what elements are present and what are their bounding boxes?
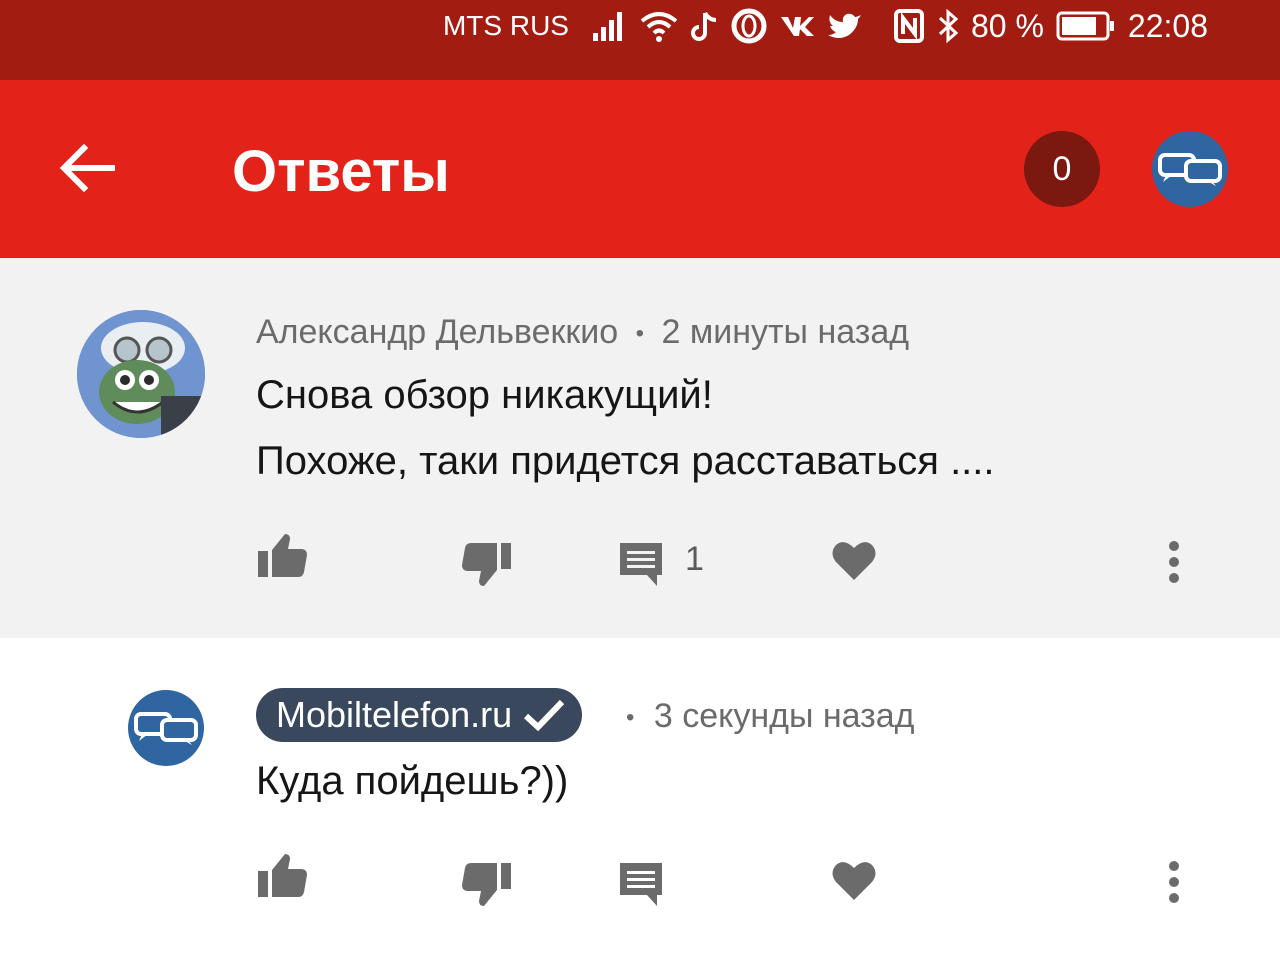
nfc-icon <box>893 6 925 46</box>
reply-icon <box>620 863 662 906</box>
dislike-button[interactable] <box>459 856 515 912</box>
twitter-icon <box>827 6 863 46</box>
heart-icon <box>832 862 876 900</box>
more-options-button[interactable] <box>1146 854 1202 910</box>
vk-icon <box>779 6 815 46</box>
avatar[interactable] <box>77 310 205 438</box>
comment-meta: • 3 секунды назад <box>626 694 915 740</box>
reply-button[interactable] <box>613 536 669 592</box>
app-bar: Ответы 0 <box>0 80 1280 258</box>
clock: 22:08 <box>1127 7 1208 44</box>
channel-owner-chip[interactable]: Mobiltelefon.ru <box>256 688 583 742</box>
tiktok-icon <box>691 6 719 46</box>
signal-icon <box>591 6 627 46</box>
heart-button[interactable] <box>826 532 882 588</box>
more-vertical-icon <box>1169 541 1179 583</box>
more-options-button[interactable] <box>1146 534 1202 590</box>
arrow-left-icon <box>59 143 115 193</box>
comment-time: 3 секунды назад <box>653 697 915 735</box>
comment-text-line: Куда пойдешь?)) <box>256 759 569 803</box>
avatar[interactable] <box>128 690 204 766</box>
heart-icon <box>832 542 876 580</box>
like-button[interactable] <box>254 848 310 904</box>
dislike-icon <box>462 543 511 586</box>
comment-item: Александр Дельвеккио • 2 минуты назад Сн… <box>0 258 1280 638</box>
more-vertical-icon <box>1169 861 1179 903</box>
like-button[interactable] <box>254 528 310 584</box>
battery-percent: 80 % <box>970 7 1044 44</box>
like-icon <box>258 534 307 577</box>
page-title: Ответы <box>232 139 450 204</box>
carrier-name: MTS RUS <box>442 10 569 41</box>
chat-bubbles-icon <box>1158 153 1222 186</box>
opera-icon <box>731 6 767 46</box>
reply-icon <box>620 543 662 586</box>
comment-author: Mobiltelefon.ru <box>276 694 513 735</box>
comment-text-line: Похоже, таки придется расставаться .... <box>256 439 995 483</box>
chat-bubbles-icon <box>134 712 198 745</box>
channel-avatar[interactable] <box>1152 131 1228 207</box>
notification-count-badge[interactable]: 0 <box>1024 131 1100 207</box>
comment-text-line: Снова обзор никакущий! <box>256 373 713 417</box>
status-bar-row: MTS RUS 80 % 22:08 <box>443 4 1208 48</box>
status-bar: MTS RUS 80 % 22:08 <box>0 0 1280 80</box>
back-button[interactable] <box>52 132 124 204</box>
comment-author[interactable]: Александр Дельвеккио <box>256 313 618 351</box>
dislike-button[interactable] <box>459 536 515 592</box>
battery-icon <box>1056 6 1116 46</box>
comment-meta: Александр Дельвеккио • 2 минуты назад <box>256 310 909 356</box>
heart-button[interactable] <box>826 852 882 908</box>
comment-item: Mobiltelefon.ru • 3 секунды назад Куда п… <box>0 638 1280 958</box>
bluetooth-icon <box>937 6 959 46</box>
meta-separator: • <box>626 704 635 732</box>
reply-count[interactable]: 1 <box>685 537 704 581</box>
wifi-icon <box>639 6 679 46</box>
meta-separator: • <box>635 320 645 348</box>
like-icon <box>258 854 307 897</box>
frog-avatar-icon <box>77 310 205 438</box>
dislike-icon <box>462 863 511 906</box>
comment-time: 2 минуты назад <box>661 313 910 351</box>
reply-button[interactable] <box>613 856 669 912</box>
checkmark-icon <box>524 699 565 732</box>
